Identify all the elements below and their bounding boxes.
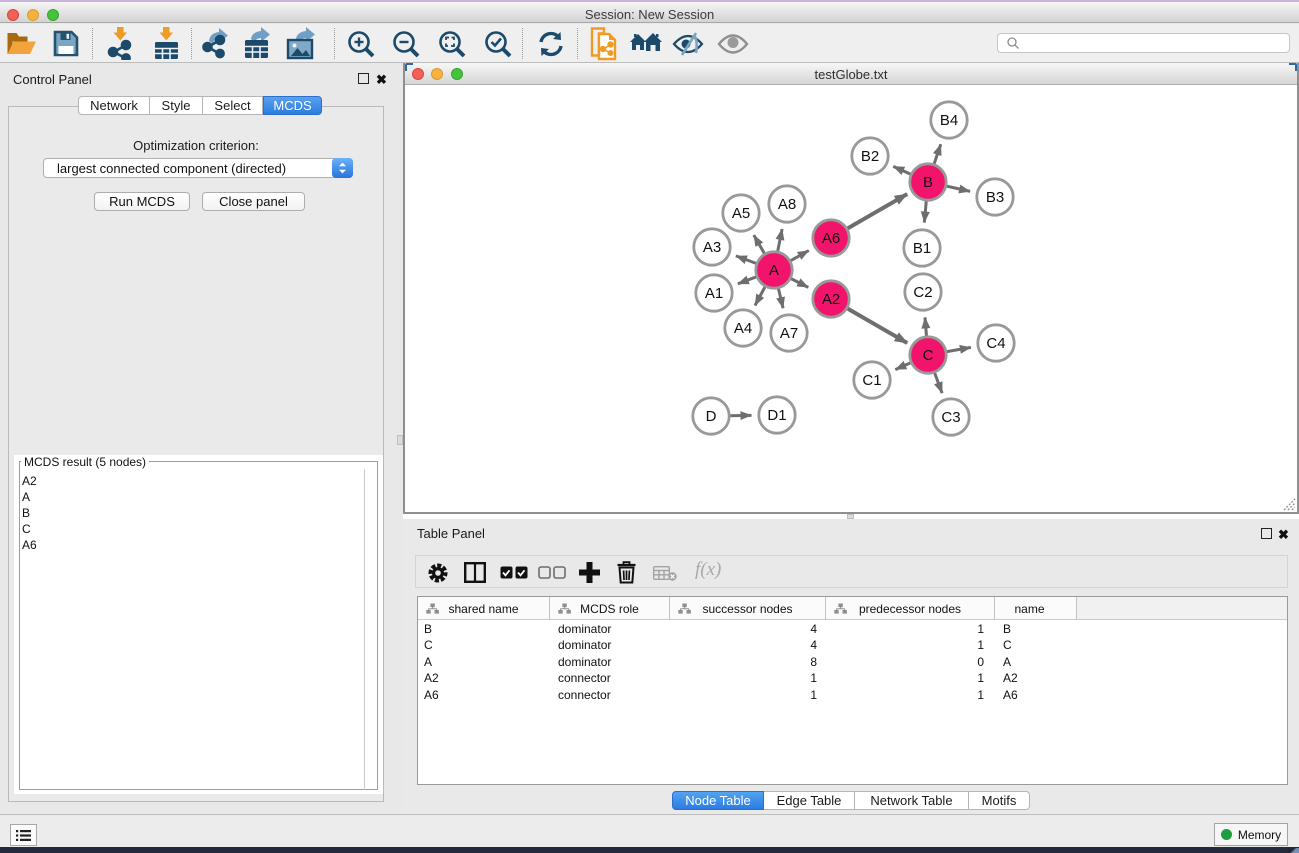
svg-text:A1: A1: [705, 285, 723, 302]
svg-text:B3: B3: [986, 189, 1004, 206]
svg-text:B1: B1: [913, 240, 931, 257]
svg-text:A7: A7: [780, 325, 798, 342]
svg-text:A4: A4: [734, 320, 752, 337]
svg-text:C4: C4: [986, 335, 1005, 352]
svg-text:C1: C1: [862, 372, 881, 389]
svg-text:C: C: [923, 347, 934, 364]
svg-text:C2: C2: [913, 284, 932, 301]
svg-text:A2: A2: [822, 291, 840, 308]
svg-text:A: A: [769, 262, 779, 279]
svg-text:B2: B2: [861, 148, 879, 165]
svg-text:A6: A6: [822, 230, 840, 247]
svg-text:A5: A5: [732, 205, 750, 222]
svg-text:B: B: [923, 174, 933, 191]
svg-text:A3: A3: [703, 239, 721, 256]
svg-text:C3: C3: [941, 409, 960, 426]
svg-text:D: D: [706, 408, 717, 425]
svg-text:D1: D1: [767, 407, 786, 424]
svg-text:A8: A8: [778, 196, 796, 213]
svg-text:B4: B4: [940, 112, 958, 129]
